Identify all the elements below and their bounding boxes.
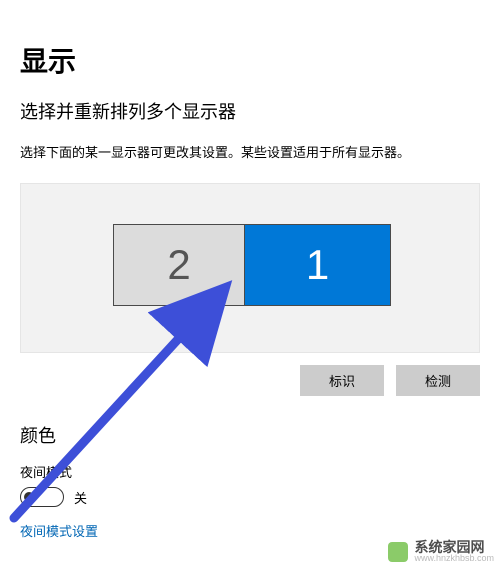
- monitor-2[interactable]: 2: [113, 224, 245, 306]
- watermark: 系统家园网 www.hnzkhbsb.com: [388, 540, 494, 563]
- night-light-toggle[interactable]: [20, 487, 64, 507]
- section-arrange-title: 选择并重新排列多个显示器: [20, 98, 480, 124]
- night-light-toggle-state: 关: [74, 488, 87, 507]
- page-title: 显示: [20, 40, 480, 80]
- monitor-2-label: 2: [167, 241, 190, 289]
- monitor-1[interactable]: 1: [245, 224, 391, 306]
- watermark-logo-icon: [388, 542, 408, 562]
- night-light-label: 夜间模式: [20, 462, 480, 481]
- display-arrangement-area[interactable]: 2 1: [20, 183, 480, 353]
- detect-button[interactable]: 检测: [396, 365, 480, 396]
- watermark-text-cn: 系统家园网: [414, 540, 494, 554]
- toggle-knob-icon: [24, 492, 34, 502]
- identify-button[interactable]: 标识: [300, 365, 384, 396]
- color-section-header: 颜色: [20, 422, 480, 448]
- section-arrange-description: 选择下面的某一显示器可更改其设置。某些设置适用于所有显示器。: [20, 142, 480, 161]
- watermark-text-en: www.hnzkhbsb.com: [414, 554, 494, 563]
- night-light-settings-link[interactable]: 夜间模式设置: [20, 521, 480, 540]
- monitor-1-label: 1: [306, 241, 329, 289]
